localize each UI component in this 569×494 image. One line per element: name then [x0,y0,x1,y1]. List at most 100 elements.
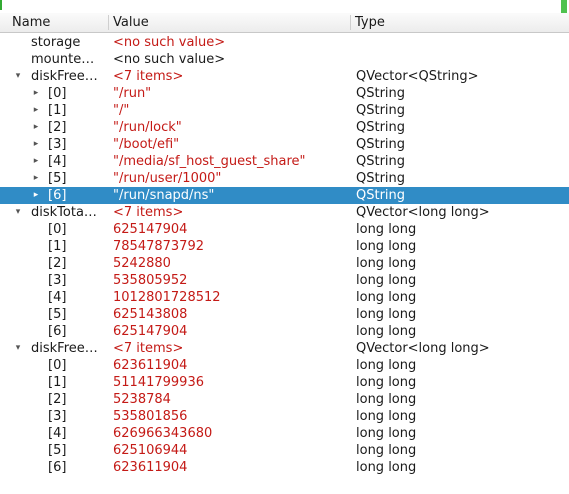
tree-row[interactable]: ▸ [6] "/run/snapd/ns" QString [0,187,569,204]
tree-row[interactable]: [2] 5238784 long long [0,391,569,408]
header-value[interactable]: Value [110,13,350,32]
row-value: 5242880 [113,256,171,271]
row-type: long long [356,324,417,339]
triangle-right-icon[interactable]: ▸ [30,85,42,102]
row-value: <7 items> [113,69,184,84]
row-type: QString [356,137,406,152]
tree-row[interactable]: [2] 5242880 long long [0,255,569,272]
tree-row[interactable]: [6] 625147904 long long [0,323,569,340]
tree-row[interactable]: ▸ [5] "/run/user/1000" QString [0,170,569,187]
row-type: QVector<long long> [356,205,490,220]
row-type: long long [356,375,417,390]
locals-tree: storage <no such value> mounte… <no such va… [0,34,569,476]
tree-row[interactable]: [1] 78547873792 long long [0,238,569,255]
triangle-right-icon[interactable]: ▸ [30,119,42,136]
row-value: 623611904 [113,358,188,373]
triangle-right-icon[interactable]: ▸ [30,136,42,153]
row-value: 625106944 [113,443,188,458]
triangle-down-icon[interactable]: ▾ [12,204,24,221]
row-value: <7 items> [113,341,184,356]
row-value: "/run" [113,86,152,101]
row-type: long long [356,409,417,424]
row-value: "/media/sf_host_guest_share" [113,154,306,169]
tree-row[interactable]: [0] 623611904 long long [0,357,569,374]
tree-row[interactable]: ▸ [2] "/run/lock" QString [0,119,569,136]
row-type: long long [356,290,417,305]
header-name[interactable]: Name [9,13,109,32]
tree-row[interactable]: ▸ [0] "/run" QString [0,85,569,102]
row-type: long long [356,307,417,322]
row-value: 626966343680 [113,426,213,441]
row-value: 623611904 [113,460,188,475]
row-name: storage [31,35,81,50]
triangle-right-icon[interactable]: ▸ [30,153,42,170]
header-divider[interactable] [108,15,109,30]
row-type: QString [356,154,406,169]
row-name: diskFree… [31,341,98,356]
status-marker-right [561,0,567,13]
tree-row[interactable]: [6] 623611904 long long [0,459,569,476]
row-name: diskTota… [31,205,97,220]
column-header: Name Value Type [0,13,569,33]
row-type: long long [356,273,417,288]
row-type: QString [356,120,406,135]
row-type: long long [356,256,417,271]
row-type: long long [356,426,417,441]
row-type: QString [356,103,406,118]
triangle-right-icon[interactable]: ▸ [30,170,42,187]
row-type: long long [356,222,417,237]
row-type: QString [356,188,406,203]
tree-row[interactable]: [3] 535801856 long long [0,408,569,425]
triangle-right-icon[interactable]: ▸ [30,102,42,119]
tree-row[interactable]: ▾ diskTota… <7 items> QVector<long long> [0,204,569,221]
row-value: 1012801728512 [113,290,221,305]
row-value: <no such value> [113,35,226,50]
tree-row[interactable]: [4] 1012801728512 long long [0,289,569,306]
tree-row[interactable]: [3] 535805952 long long [0,272,569,289]
row-name: diskFree… [31,69,98,84]
row-value: 78547873792 [113,239,204,254]
triangle-right-icon[interactable]: ▸ [30,187,42,204]
tree-row[interactable]: ▸ [4] "/media/sf_host_guest_share" QString [0,153,569,170]
row-value: "/run/snapd/ns" [113,188,215,203]
row-type: QVector<long long> [356,341,490,356]
triangle-down-icon[interactable]: ▾ [12,340,24,357]
tree-row[interactable]: [5] 625143808 long long [0,306,569,323]
tree-row[interactable]: [5] 625106944 long long [0,442,569,459]
row-value: 5238784 [113,392,171,407]
tree-row[interactable]: [0] 625147904 long long [0,221,569,238]
row-value: <7 items> [113,205,184,220]
row-type: long long [356,460,417,475]
row-value: "/" [113,103,130,118]
tree-row[interactable]: [1] 51141799936 long long [0,374,569,391]
row-type: long long [356,358,417,373]
row-name: mounte… [31,52,95,67]
row-value: 625147904 [113,324,188,339]
tree-row[interactable]: storage <no such value> [0,34,569,51]
row-type: long long [356,392,417,407]
tree-row[interactable]: ▾ diskFree… <7 items> QVector<QString> [0,68,569,85]
tree-row[interactable]: [4] 626966343680 long long [0,425,569,442]
row-value: "/run/lock" [113,120,182,135]
row-value: 535805952 [113,273,188,288]
header-divider[interactable] [350,15,351,30]
row-value: 625147904 [113,222,188,237]
tree-row[interactable]: ▾ diskFree… <7 items> QVector<long long> [0,340,569,357]
status-marker-left [0,0,2,10]
row-type: long long [356,239,417,254]
header-type[interactable]: Type [352,13,562,32]
row-type: QVector<QString> [356,69,479,84]
tree-row[interactable]: mounte… <no such value> [0,51,569,68]
row-value: 51141799936 [113,375,204,390]
row-type: long long [356,443,417,458]
triangle-down-icon[interactable]: ▾ [12,68,24,85]
row-value: <no such value> [113,52,226,67]
row-value: "/boot/efi" [113,137,180,152]
row-value: 625143808 [113,307,188,322]
row-type: QString [356,171,406,186]
row-value: 535801856 [113,409,188,424]
row-value: "/run/user/1000" [113,171,222,186]
tree-row[interactable]: ▸ [1] "/" QString [0,102,569,119]
row-type: QString [356,86,406,101]
tree-row[interactable]: ▸ [3] "/boot/efi" QString [0,136,569,153]
